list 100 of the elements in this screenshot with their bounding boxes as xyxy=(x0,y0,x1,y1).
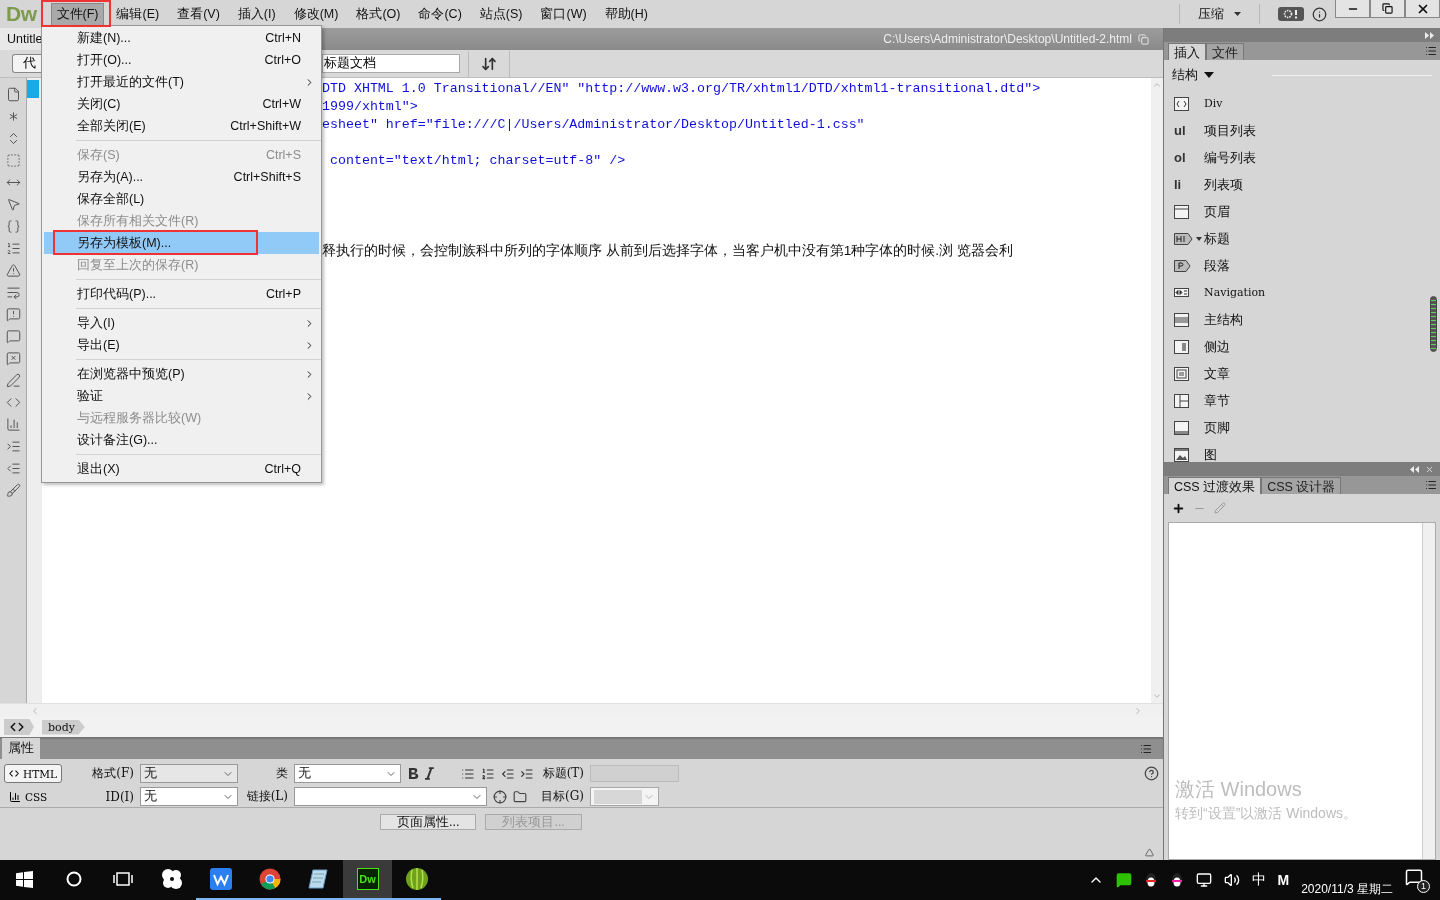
braces-icon[interactable] xyxy=(5,219,21,234)
panel-menu-icon[interactable] xyxy=(1425,45,1437,57)
browser-icon[interactable] xyxy=(258,868,281,890)
menu-entry[interactable]: 打开(O)... Ctrl+O xyxy=(44,49,319,71)
menu-item[interactable]: 文件(F) xyxy=(50,2,105,26)
code-icon[interactable] xyxy=(5,395,21,410)
menu-item[interactable]: 编辑(E) xyxy=(110,2,166,26)
pen-icon[interactable] xyxy=(5,373,21,388)
properties-tab[interactable]: 属性 xyxy=(2,738,40,759)
new-file-icon[interactable] xyxy=(5,87,21,102)
comment-icon[interactable] xyxy=(5,307,21,322)
menu-entry[interactable]: 退出(X) Ctrl+Q xyxy=(44,458,319,480)
menu-item[interactable]: 命令(C) xyxy=(412,2,468,26)
insert-item[interactable]: 页眉 xyxy=(1164,198,1440,225)
insert-item[interactable]: li 列表项 xyxy=(1164,171,1440,198)
menu-item[interactable]: 修改(M) xyxy=(287,2,345,26)
insert-item[interactable]: Navigation xyxy=(1164,279,1440,306)
remove-comment-icon[interactable] xyxy=(5,351,21,366)
close-button[interactable] xyxy=(1405,0,1440,18)
class-select[interactable]: 无 xyxy=(294,764,401,783)
dreamweaver-icon[interactable]: Dw xyxy=(356,868,379,890)
info-icon[interactable] xyxy=(1312,6,1327,22)
collapse-panel-icon[interactable] xyxy=(1425,31,1434,39)
insert-item[interactable]: 主结构 xyxy=(1164,306,1440,333)
scrollbar[interactable] xyxy=(1422,523,1435,859)
minimize-button[interactable] xyxy=(1335,0,1370,18)
insert-item[interactable]: 章节 xyxy=(1164,387,1440,414)
menu-entry[interactable]: 另存为(A)... Ctrl+Shift+S xyxy=(44,166,319,188)
title-field[interactable]: 标题文档 xyxy=(322,54,460,73)
menu-item[interactable]: 插入(I) xyxy=(231,2,282,26)
menu-entry[interactable]: 在浏览器中预览(P) xyxy=(44,363,319,385)
panel-tab[interactable]: CSS 设计器 xyxy=(1261,477,1342,494)
insert-item[interactable]: ul 项目列表 xyxy=(1164,117,1440,144)
insert-item[interactable]: 文章 xyxy=(1164,360,1440,387)
panel-menu-icon[interactable] xyxy=(1140,743,1152,755)
menu-entry[interactable]: 设计备注(G)... xyxy=(44,429,319,451)
comment-icon[interactable] xyxy=(5,329,21,344)
id-select[interactable]: 无 xyxy=(140,787,238,806)
menu-item[interactable]: 查看(V) xyxy=(171,2,226,26)
pointer-icon[interactable] xyxy=(5,197,21,212)
restore-button[interactable] xyxy=(1370,0,1405,18)
menu-entry[interactable]: 保存全部(L) xyxy=(44,188,319,210)
menu-item[interactable]: 格式(O) xyxy=(350,2,407,26)
wrap-icon[interactable] xyxy=(5,285,21,300)
mode-button[interactable]: CSS xyxy=(4,787,62,806)
mode-button[interactable]: HTML xyxy=(4,764,62,783)
category-dropdown[interactable]: 结构 xyxy=(1172,66,1214,84)
panel-tab[interactable]: 文件 xyxy=(1206,43,1244,60)
format-select[interactable]: 无 xyxy=(140,764,238,783)
folder-icon[interactable] xyxy=(513,789,527,804)
brush-icon[interactable] xyxy=(5,483,21,498)
menu-entry[interactable]: 全部关闭(E) Ctrl+Shift+W xyxy=(44,115,319,137)
input-mode-indicator[interactable]: M xyxy=(1277,872,1290,888)
caret-icon[interactable] xyxy=(1196,236,1202,241)
line-numbers-icon[interactable] xyxy=(5,241,21,256)
menu-entry[interactable]: 打印代码(P)... Ctrl+P xyxy=(44,283,319,305)
insert-item[interactable]: 页脚 xyxy=(1164,414,1440,441)
menu-entry[interactable]: 导出(E) xyxy=(44,334,319,356)
panel-menu-icon[interactable] xyxy=(1425,479,1437,491)
insert-item[interactable]: ol 编号列表 xyxy=(1164,144,1440,171)
insert-item[interactable]: Div xyxy=(1164,90,1440,117)
menu-entry[interactable]: 验证 xyxy=(44,385,319,407)
menu-entry[interactable]: 打开最近的文件(T) xyxy=(44,71,319,93)
chart-icon[interactable] xyxy=(5,417,21,432)
menu-entry[interactable]: 关闭(C) Ctrl+W xyxy=(44,93,319,115)
sync-settings-icon[interactable] xyxy=(1278,7,1304,21)
bulleted-list-icon[interactable] xyxy=(461,766,475,781)
outdent-icon[interactable] xyxy=(5,461,21,476)
add-icon[interactable] xyxy=(1172,501,1185,515)
collapse-icon[interactable] xyxy=(1145,848,1154,857)
code-view-button[interactable]: 代 xyxy=(12,54,41,73)
properties-button[interactable]: 页面属性... xyxy=(380,814,477,830)
pinwheel-icon[interactable] xyxy=(159,867,184,891)
numbered-list-icon[interactable] xyxy=(480,766,495,781)
workspace-switcher[interactable]: 压缩 xyxy=(1190,3,1249,25)
insert-item[interactable]: 图 xyxy=(1164,441,1440,462)
insert-item[interactable]: 标题 xyxy=(1164,225,1440,252)
document-app-icon[interactable] xyxy=(209,868,232,890)
menu-item[interactable]: 站点(S) xyxy=(473,2,529,26)
penguin-icon[interactable] xyxy=(1143,872,1158,888)
insert-item[interactable]: 段落 xyxy=(1164,252,1440,279)
scroll-thumb[interactable] xyxy=(1430,296,1437,352)
italic-icon[interactable] xyxy=(424,767,434,780)
menu-item[interactable]: 帮助(H) xyxy=(598,2,654,26)
penguin-icon[interactable] xyxy=(1169,872,1184,888)
volume-icon[interactable] xyxy=(1223,872,1240,888)
panel-tab[interactable]: CSS 过渡效果 xyxy=(1168,477,1262,494)
expand-panel-icon[interactable] xyxy=(1410,465,1419,473)
insert-item[interactable]: 侧边 xyxy=(1164,333,1440,360)
notepad-icon[interactable] xyxy=(307,868,330,890)
indent-icon[interactable] xyxy=(520,766,535,781)
tag-button[interactable]: body xyxy=(42,719,85,735)
input-method-indicator[interactable]: 中 xyxy=(1251,871,1266,889)
menu-entry[interactable]: 导入(I) xyxy=(44,312,319,334)
menu-item[interactable]: 窗口(W) xyxy=(534,2,593,26)
network-icon[interactable] xyxy=(1195,872,1212,888)
menu-entry[interactable]: 另存为模板(M)... xyxy=(44,232,319,254)
code-tag-button[interactable] xyxy=(4,719,34,735)
point-to-file-icon[interactable] xyxy=(493,789,507,804)
outdent-icon[interactable] xyxy=(500,766,515,781)
